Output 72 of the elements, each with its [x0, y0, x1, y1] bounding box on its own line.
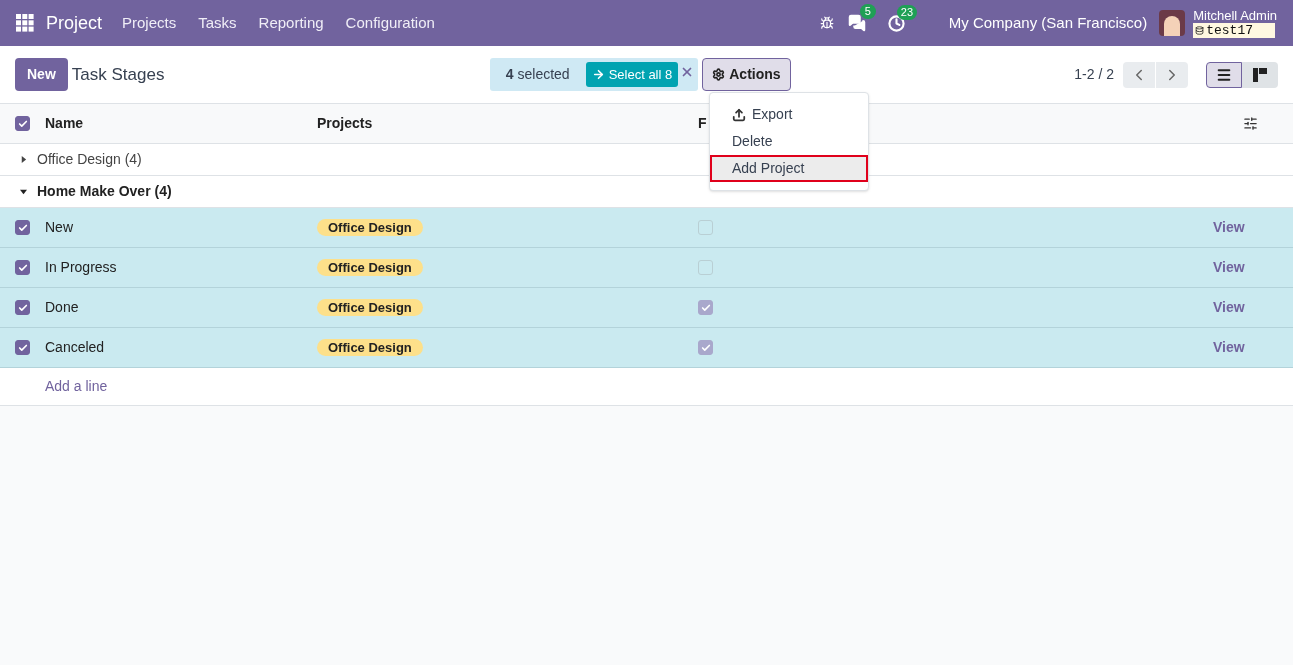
actions-button[interactable]: Actions	[702, 58, 791, 91]
project-tag: Office Design	[317, 339, 423, 356]
project-tag: Office Design	[317, 299, 423, 316]
arrow-right-icon	[591, 68, 605, 81]
app-title[interactable]: Project	[46, 9, 103, 37]
selection-count: 4 selected	[505, 65, 570, 84]
table-row[interactable]: Done Office Design View	[0, 288, 1293, 328]
column-header[interactable]: F	[698, 113, 707, 134]
user-avatar[interactable]	[1159, 10, 1186, 36]
project-tag: Office Design	[317, 219, 423, 236]
checkbox[interactable]	[15, 116, 30, 131]
kanban-icon	[1253, 67, 1267, 82]
checkbox[interactable]	[698, 300, 713, 315]
view-link[interactable]: View	[1213, 337, 1293, 358]
upload-icon	[732, 107, 746, 122]
menu-item[interactable]: Tasks	[198, 11, 237, 35]
checkbox[interactable]	[698, 340, 713, 355]
database-name: test17	[1206, 22, 1253, 38]
column-header[interactable]: Projects	[317, 113, 373, 134]
check-icon	[17, 262, 28, 273]
menu-option[interactable]: Export	[710, 101, 868, 128]
table-row[interactable]: New Office Design View	[0, 208, 1293, 248]
stage-name: New	[45, 218, 74, 237]
pager-value: 1-2 / 2	[1074, 65, 1114, 84]
check-icon	[17, 302, 28, 313]
view-link[interactable]: View	[1213, 297, 1293, 318]
bug-icon[interactable]	[819, 16, 834, 30]
checkbox[interactable]	[15, 300, 30, 315]
group-label: Home Make Over (4)	[37, 182, 172, 201]
check-icon	[17, 342, 28, 353]
activity-count: 23	[896, 4, 918, 20]
list-view-button[interactable]	[1206, 61, 1242, 88]
checkbox[interactable]	[15, 340, 30, 355]
next-button[interactable]	[1156, 61, 1188, 88]
apps-grid-icon[interactable]	[16, 14, 34, 32]
menu-item[interactable]: Projects	[122, 11, 177, 35]
project-tag: Office Design	[317, 259, 423, 276]
stage-name: In Progress	[45, 258, 118, 277]
group-label: Office Design (4)	[37, 150, 142, 169]
check-icon	[700, 302, 711, 313]
table-row[interactable]: Canceled Office Design View	[0, 328, 1293, 368]
database-icon	[1195, 25, 1205, 35]
company-name[interactable]: My Company (San Francisco)	[948, 11, 1148, 35]
caret-right-icon	[20, 156, 27, 163]
chat-icon[interactable]	[847, 14, 866, 32]
previous-button[interactable]	[1123, 61, 1155, 88]
menu-item[interactable]: Reporting	[258, 11, 324, 35]
stage-name: Canceled	[45, 338, 106, 357]
new-button[interactable]: New	[15, 58, 68, 91]
view-link[interactable]: View	[1213, 217, 1293, 238]
checkbox[interactable]	[15, 220, 30, 235]
add-line-link[interactable]: Add a line	[45, 376, 108, 397]
column-header[interactable]: Name	[45, 113, 84, 134]
check-icon	[17, 118, 28, 129]
stage-name: Done	[45, 298, 80, 317]
menu-item[interactable]: Configuration	[345, 11, 435, 35]
list-lines-icon	[1216, 66, 1232, 83]
user-name[interactable]: Mitchell Admin	[1193, 8, 1277, 23]
table-row[interactable]: In Progress Office Design View	[0, 248, 1293, 288]
settings-sliders-icon[interactable]	[1243, 116, 1258, 131]
select-all-button[interactable]: Select all 8	[585, 62, 679, 87]
clock-icon[interactable]	[887, 14, 905, 32]
caret-down-icon	[20, 188, 27, 195]
check-icon	[17, 222, 28, 233]
check-icon	[700, 342, 711, 353]
message-count: 5	[859, 4, 876, 19]
menu-option[interactable]: Add Project	[710, 155, 868, 182]
view-link[interactable]: View	[1213, 257, 1293, 278]
breadcrumb-title: Task Stages	[71, 63, 166, 86]
kanban-view-button[interactable]	[1242, 61, 1278, 88]
checkbox[interactable]	[15, 260, 30, 275]
gear-icon	[712, 68, 726, 81]
